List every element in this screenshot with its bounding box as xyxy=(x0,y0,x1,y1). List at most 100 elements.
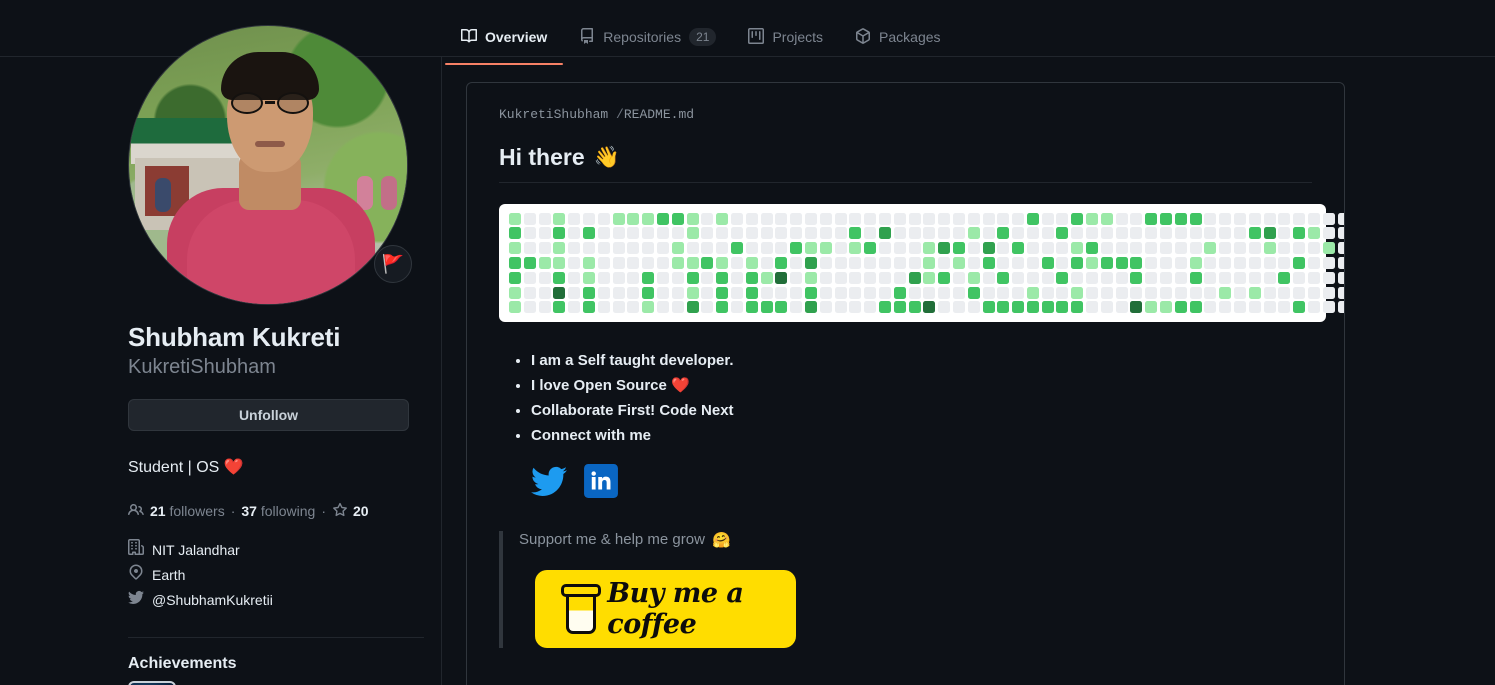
contribution-cell xyxy=(686,227,699,240)
contribution-cell xyxy=(819,212,832,225)
tab-projects[interactable]: Projects xyxy=(732,16,839,57)
contribution-cell xyxy=(1071,242,1084,255)
contribution-cell xyxy=(509,257,521,269)
contribution-cell xyxy=(997,212,1010,225)
stars-link[interactable]: 20 xyxy=(332,502,369,521)
contribution-cell xyxy=(701,257,714,269)
contribution-cell xyxy=(760,257,773,269)
contribution-cell xyxy=(582,286,595,299)
contribution-cell xyxy=(864,301,877,314)
contribution-cell xyxy=(1174,301,1187,314)
contribution-cell xyxy=(553,301,566,314)
contribution-cell xyxy=(1219,257,1232,269)
contribution-cell xyxy=(1160,286,1173,299)
contribution-cell xyxy=(982,286,995,299)
contribution-cell xyxy=(1204,271,1217,284)
contribution-cell xyxy=(612,242,625,255)
contribution-cell xyxy=(790,257,803,269)
contribution-cell xyxy=(671,257,684,269)
avatar[interactable] xyxy=(128,25,408,305)
contribution-cell xyxy=(538,257,551,269)
contribution-cell xyxy=(553,212,566,225)
unfollow-button[interactable]: Unfollow xyxy=(128,398,409,431)
contribution-cell xyxy=(1189,271,1202,284)
status-badge[interactable]: 🚩 xyxy=(374,245,412,283)
contribution-cell xyxy=(1234,227,1247,240)
contribution-cell xyxy=(1234,212,1247,225)
quickdraw-badge[interactable] xyxy=(128,680,176,685)
repositories-count: 21 xyxy=(689,27,717,46)
followers-link[interactable]: 21 followers xyxy=(150,503,225,519)
contribution-cell xyxy=(1115,212,1128,225)
achievements-list xyxy=(128,680,424,685)
contribution-cell xyxy=(790,286,803,299)
profile-sidebar: 🚩 Shubham Kukreti KukretiShubham Unfollo… xyxy=(128,25,424,685)
contribution-cell xyxy=(878,227,891,240)
contribution-cell xyxy=(1100,212,1113,225)
contribution-cell xyxy=(849,271,862,284)
tab-repositories[interactable]: Repositories 21 xyxy=(563,16,732,57)
contribution-cell xyxy=(1041,301,1054,314)
contribution-cell xyxy=(1204,257,1217,269)
breadcrumb-user[interactable]: KukretiShubham xyxy=(499,107,608,122)
stats-separator-2: · xyxy=(321,503,327,520)
contribution-cell xyxy=(893,227,906,240)
contribution-cell xyxy=(1278,257,1291,269)
contribution-cell xyxy=(819,257,832,269)
contribution-cell xyxy=(1100,286,1113,299)
breadcrumb-slash: / xyxy=(616,107,624,122)
contribution-cell xyxy=(627,286,640,299)
contribution-cell xyxy=(1130,301,1143,314)
contribution-cell xyxy=(893,301,906,314)
package-icon xyxy=(855,27,871,46)
contribution-cell xyxy=(582,301,595,314)
contribution-cell xyxy=(1160,301,1173,314)
contribution-cell xyxy=(1248,286,1261,299)
contribution-cell xyxy=(849,212,862,225)
tab-packages[interactable]: Packages xyxy=(839,16,956,57)
contribution-cell xyxy=(997,227,1010,240)
avatar-person-c xyxy=(381,176,397,210)
meta-twitter[interactable]: @ShubhamKukretii xyxy=(128,588,424,613)
contribution-cell xyxy=(849,227,862,240)
contribution-cell xyxy=(775,301,788,314)
contribution-cell xyxy=(1100,242,1113,255)
contribution-cell xyxy=(1056,242,1069,255)
contribution-cell xyxy=(1056,257,1069,269)
twitter-handle: @ShubhamKukretii xyxy=(152,591,273,608)
contribution-cell xyxy=(864,286,877,299)
twitter-icon xyxy=(128,588,144,613)
contribution-cell xyxy=(701,227,714,240)
contribution-cell xyxy=(1322,212,1335,225)
buy-me-a-coffee-button[interactable]: Buy me a coffee xyxy=(535,569,796,648)
contribution-cell xyxy=(701,212,714,225)
contribution-cell xyxy=(538,271,551,284)
contribution-cell xyxy=(1219,227,1232,240)
contribution-cell xyxy=(656,212,669,225)
tab-packages-label: Packages xyxy=(879,28,941,45)
twitter-link[interactable] xyxy=(531,466,567,496)
buy-me-a-coffee-label: Buy me a coffee xyxy=(607,577,744,640)
contribution-cell xyxy=(1322,257,1335,269)
contribution-cell xyxy=(671,227,684,240)
contribution-cell xyxy=(627,271,640,284)
contribution-cell xyxy=(553,257,566,269)
tab-overview[interactable]: Overview xyxy=(445,16,564,65)
contribution-cell xyxy=(1174,286,1187,299)
contribution-cell xyxy=(1056,286,1069,299)
contribution-cell xyxy=(1337,242,1344,255)
breadcrumb-file[interactable]: README.md xyxy=(624,107,694,122)
contribution-cell xyxy=(612,257,625,269)
contribution-cell xyxy=(642,257,655,269)
linkedin-link[interactable] xyxy=(583,463,619,499)
contribution-cell xyxy=(790,242,803,255)
following-link[interactable]: 37 following xyxy=(241,503,315,519)
contribution-cell xyxy=(878,301,891,314)
contribution-cell xyxy=(938,212,951,225)
project-icon xyxy=(748,27,765,46)
contribution-cell xyxy=(1219,242,1232,255)
contribution-cell xyxy=(1115,286,1128,299)
contribution-cell xyxy=(686,271,699,284)
contribution-cell xyxy=(804,257,817,269)
avatar-container: 🚩 xyxy=(128,25,412,305)
